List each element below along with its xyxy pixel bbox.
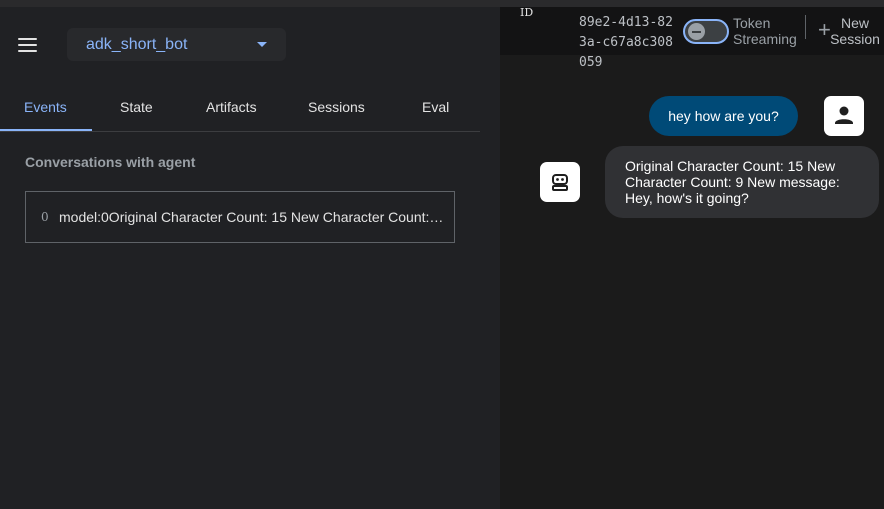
robot-icon — [552, 174, 568, 191]
menu-icon[interactable] — [18, 38, 38, 52]
tab-bar: Events State Artifacts Sessions Eval — [0, 91, 480, 132]
section-title: Conversations with agent — [25, 154, 196, 170]
top-strip — [0, 0, 884, 7]
event-row[interactable]: 0 model:0Original Character Count: 15 Ne… — [25, 191, 455, 243]
chevron-down-icon — [257, 42, 267, 47]
tab-state[interactable]: State — [120, 99, 153, 115]
toggle-knob — [688, 23, 705, 40]
tab-artifacts[interactable]: Artifacts — [206, 99, 257, 115]
user-message-bubble: hey how are you? — [649, 96, 798, 136]
token-streaming-text: Token Streaming — [733, 15, 797, 47]
person-icon — [835, 106, 853, 124]
new-session-button[interactable]: + New Session — [818, 15, 884, 47]
new-session-label: New Session — [830, 15, 880, 47]
user-avatar — [824, 96, 864, 136]
agent-select-value: adk_short_bot — [86, 36, 188, 53]
tab-eval[interactable]: Eval — [422, 99, 449, 115]
event-index: 0 — [41, 210, 49, 224]
active-tab-indicator — [0, 129, 92, 131]
side-panel: adk_short_bot Events State Artifacts Ses… — [0, 7, 500, 509]
agent-select[interactable]: adk_short_bot — [67, 28, 286, 61]
token-streaming-toggle[interactable] — [683, 19, 729, 44]
tab-sessions[interactable]: Sessions — [308, 99, 365, 115]
header-divider — [805, 15, 806, 39]
session-id-value: 89e2-4d13-823a-c67a8c308059 — [579, 15, 673, 70]
token-streaming-label[interactable]: Token Streaming — [733, 15, 803, 47]
tab-events[interactable]: Events — [24, 99, 67, 115]
bot-avatar — [540, 162, 580, 202]
event-text: model:0Original Character Count: 15 New … — [59, 209, 444, 225]
session-id-label: ID — [520, 6, 534, 19]
plus-icon: + — [818, 17, 831, 42]
bot-message-bubble: Original Character Count: 15 New Charact… — [605, 146, 879, 218]
